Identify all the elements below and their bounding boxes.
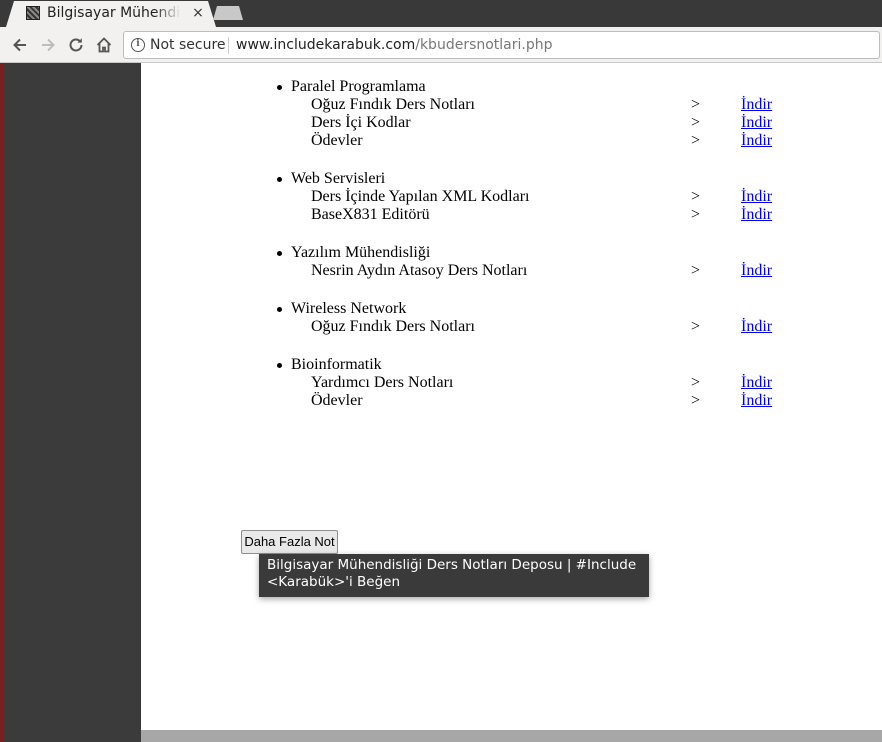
download-link[interactable]: İndir — [741, 114, 772, 132]
list-item: Yardımcı Ders Notları > İndir — [141, 374, 882, 392]
list-item: Oğuz Fındık Ders Notları > İndir — [141, 318, 882, 336]
page-content: Paralel Programlama Oğuz Fındık Ders Not… — [141, 63, 882, 730]
browser-tab[interactable]: Bilgisayar Mühendisliği Ders Notları Dep… — [6, 1, 216, 27]
page-sidebar — [3, 63, 141, 742]
forward-arrow-icon[interactable] — [38, 35, 58, 55]
tab-strip: Bilgisayar Mühendisliği Ders Notları Dep… — [0, 0, 882, 27]
arrow-separator: > — [691, 392, 701, 409]
arrow-separator: > — [691, 374, 701, 391]
download-link[interactable]: İndir — [741, 132, 772, 150]
site-favicon-icon — [26, 6, 40, 20]
arrow-separator: > — [691, 132, 701, 149]
new-tab-button[interactable] — [213, 6, 243, 20]
list-item: Oğuz Fındık Ders Notları > İndir — [141, 96, 882, 114]
list-item: Ders İçinde Yapılan XML Kodları > İndir — [141, 188, 882, 206]
back-arrow-icon[interactable] — [10, 35, 30, 55]
note-label: Ders İçi Kodlar — [311, 114, 411, 131]
note-label: Nesrin Aydın Atasoy Ders Notları — [311, 262, 528, 279]
note-label: Ödevler — [311, 392, 363, 409]
url-text[interactable]: www.includekarabuk.com/kbudersnotlari.ph… — [236, 37, 553, 53]
list-item: Ödevler > İndir — [141, 392, 882, 410]
horizontal-scrollbar[interactable] — [141, 730, 882, 742]
list-item: Ders İçi Kodlar > İndir — [141, 114, 882, 132]
arrow-separator: > — [691, 114, 701, 131]
course-title: Web Servisleri — [291, 170, 386, 187]
list-item: BaseX831 Editörü > İndir — [141, 206, 882, 224]
security-label[interactable]: Not secure — [150, 37, 226, 53]
course-title: Paralel Programlama — [291, 78, 426, 95]
bullet-icon — [277, 177, 282, 182]
note-label: Ödevler — [311, 132, 363, 149]
tab-close-icon[interactable]: × — [190, 4, 206, 22]
url-path: /kbudersnotlari.php — [415, 37, 553, 53]
bullet-icon — [277, 251, 282, 256]
note-label: Oğuz Fındık Ders Notları — [311, 318, 475, 335]
bullet-icon — [277, 363, 282, 368]
note-label: Oğuz Fındık Ders Notları — [311, 96, 475, 113]
bullet-icon — [277, 85, 282, 90]
arrow-separator: > — [691, 96, 701, 113]
course-title: Bioinformatik — [291, 356, 382, 373]
arrow-separator: > — [691, 262, 701, 279]
address-separator — [228, 37, 229, 54]
note-label: Ders İçinde Yapılan XML Kodları — [311, 188, 530, 205]
note-label: Yardımcı Ders Notları — [311, 374, 454, 391]
browser-toolbar: i Not secure www.includekarabuk.com/kbud… — [0, 27, 882, 63]
download-link[interactable]: İndir — [741, 188, 772, 206]
arrow-separator: > — [691, 188, 701, 205]
reload-icon[interactable] — [66, 35, 86, 55]
download-link[interactable]: İndir — [741, 374, 772, 392]
download-link[interactable]: İndir — [741, 206, 772, 224]
address-bar[interactable]: i Not secure www.includekarabuk.com/kbud… — [123, 31, 880, 59]
list-item: Ödevler > İndir — [141, 132, 882, 150]
course-title: Yazılım Mühendisliği — [291, 244, 431, 261]
tab-title: Bilgisayar Mühendisliği Ders Notları Dep… — [47, 5, 181, 21]
download-link[interactable]: İndir — [741, 318, 772, 336]
course-title: Wireless Network — [291, 300, 407, 317]
more-notes-button[interactable]: Daha Fazla Not — [241, 530, 338, 554]
url-host: www.includekarabuk.com — [236, 37, 416, 53]
download-link[interactable]: İndir — [741, 96, 772, 114]
download-link[interactable]: İndir — [741, 392, 772, 410]
download-link[interactable]: İndir — [741, 262, 772, 280]
note-label: BaseX831 Editörü — [311, 206, 430, 223]
list-item: Nesrin Aydın Atasoy Ders Notları > İndir — [141, 262, 882, 280]
arrow-separator: > — [691, 206, 701, 223]
home-icon[interactable] — [94, 35, 114, 55]
tooltip: Bilgisayar Mühendisliği Ders Notları Dep… — [259, 554, 649, 597]
bullet-icon — [277, 307, 282, 312]
arrow-separator: > — [691, 318, 701, 335]
info-icon[interactable]: i — [131, 38, 145, 52]
